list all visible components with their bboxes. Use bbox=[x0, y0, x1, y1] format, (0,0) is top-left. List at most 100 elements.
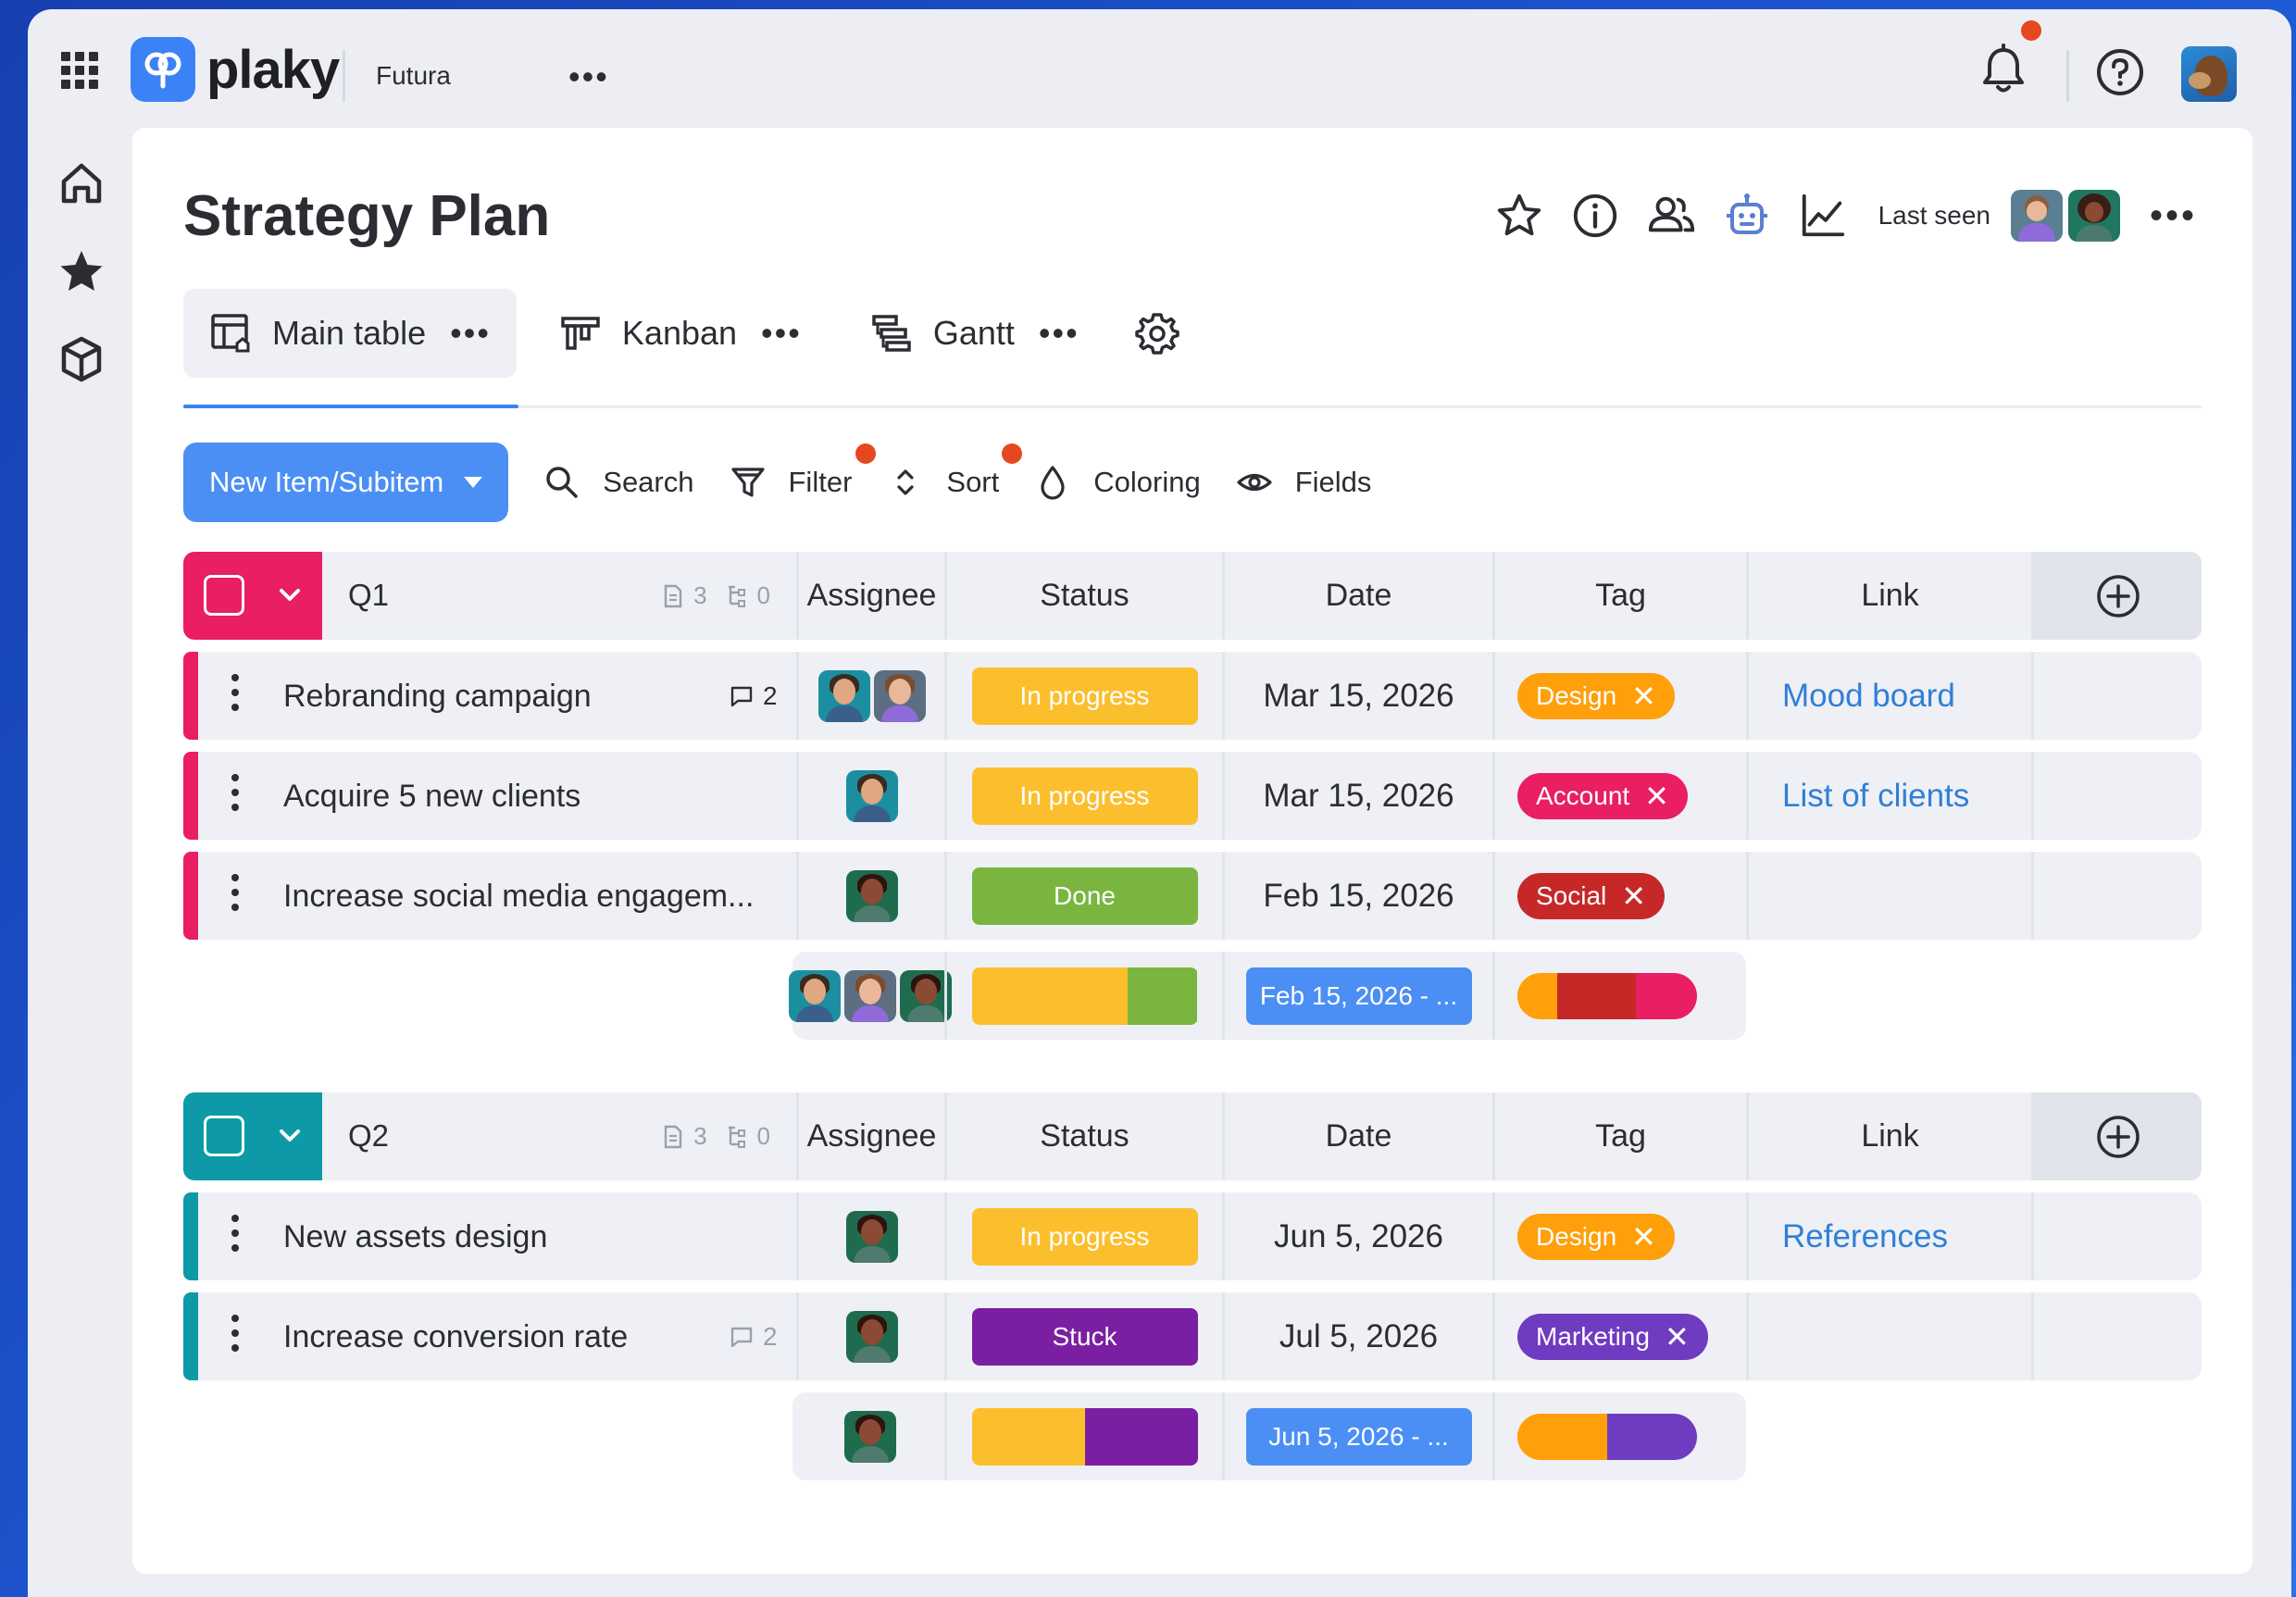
remove-tag-close-icon[interactable]: ✕ bbox=[1665, 1322, 1690, 1352]
avatar[interactable] bbox=[845, 869, 898, 922]
fields-button[interactable]: Fields bbox=[1236, 455, 1371, 510]
date-cell[interactable]: Feb 15, 2026 bbox=[1222, 852, 1492, 940]
link-cell[interactable] bbox=[1746, 852, 2031, 940]
summary-status[interactable] bbox=[944, 952, 1222, 1040]
avatar[interactable] bbox=[844, 969, 896, 1022]
group-select-checkbox[interactable] bbox=[204, 1116, 244, 1156]
tab-gantt[interactable]: Gantt ••• bbox=[844, 289, 1105, 378]
new-item-button[interactable]: New Item/Subitem bbox=[183, 443, 509, 522]
summary-date[interactable]: Jun 5, 2026 - ... bbox=[1222, 1392, 1492, 1480]
tag-cell[interactable]: Account ✕ bbox=[1492, 752, 1746, 840]
tab-main-table[interactable]: Main table ••• bbox=[183, 289, 517, 378]
column-header-link[interactable]: Link bbox=[1746, 1092, 2031, 1180]
status-cell[interactable]: Done bbox=[944, 852, 1222, 940]
tag-cell[interactable]: Marketing ✕ bbox=[1492, 1292, 1746, 1380]
status-badge[interactable]: In progress bbox=[971, 767, 1198, 825]
group-name[interactable]: Q2 bbox=[348, 1118, 389, 1154]
user-avatar[interactable] bbox=[2181, 46, 2237, 102]
assignee-cell[interactable] bbox=[796, 752, 944, 840]
column-header-status[interactable]: Status bbox=[944, 1092, 1222, 1180]
tab-kanban[interactable]: Kanban ••• bbox=[533, 289, 828, 378]
column-header-tag[interactable]: Tag bbox=[1492, 552, 1746, 640]
item-name[interactable]: Increase conversion rate bbox=[283, 1319, 628, 1355]
item-name[interactable]: Rebranding campaign bbox=[283, 679, 592, 715]
column-header-assignee[interactable]: Assignee bbox=[796, 1092, 944, 1180]
status-cell[interactable]: In progress bbox=[944, 652, 1222, 740]
tag-chip[interactable]: Social ✕ bbox=[1517, 872, 1666, 919]
last-seen-avatars[interactable] bbox=[2010, 190, 2120, 242]
column-header-assignee[interactable]: Assignee bbox=[796, 552, 944, 640]
group-select-checkbox[interactable] bbox=[204, 575, 244, 616]
views-settings-gear-icon[interactable] bbox=[1131, 307, 1183, 359]
remove-tag-close-icon[interactable]: ✕ bbox=[1621, 881, 1646, 911]
item-comments[interactable]: 2 bbox=[730, 681, 778, 711]
date-range-badge[interactable]: Jun 5, 2026 - ... bbox=[1245, 1407, 1472, 1466]
avatar[interactable] bbox=[2067, 190, 2120, 242]
add-column-button[interactable] bbox=[2031, 552, 2202, 640]
avatar[interactable] bbox=[873, 669, 926, 722]
chevron-down-icon[interactable] bbox=[464, 477, 483, 488]
date-cell[interactable]: Jul 5, 2026 bbox=[1222, 1292, 1492, 1380]
status-cell[interactable]: Stuck bbox=[944, 1292, 1222, 1380]
link-cell[interactable]: List of clients bbox=[1746, 752, 2031, 840]
column-header-status[interactable]: Status bbox=[944, 552, 1222, 640]
tag-chip[interactable]: Marketing ✕ bbox=[1517, 1313, 1708, 1360]
group-collapse-chevron-down-icon[interactable] bbox=[274, 580, 306, 611]
status-badge[interactable]: In progress bbox=[971, 1207, 1198, 1266]
table-row[interactable]: Increase conversion rate 2 Stuck Jul 5, 202… bbox=[183, 1292, 2202, 1380]
avatar[interactable] bbox=[789, 969, 841, 1022]
members-icon[interactable] bbox=[1643, 188, 1699, 243]
tab-more-icon[interactable]: ••• bbox=[761, 314, 802, 353]
status-badge[interactable]: Stuck bbox=[971, 1307, 1198, 1366]
apps-grid-icon[interactable] bbox=[61, 52, 98, 89]
column-header-link[interactable]: Link bbox=[1746, 552, 2031, 640]
row-menu-kebab-icon[interactable] bbox=[230, 1315, 241, 1359]
row-menu-kebab-icon[interactable] bbox=[230, 674, 241, 718]
item-name[interactable]: New assets design bbox=[283, 1219, 547, 1255]
table-row[interactable]: Increase social media engagem... Done Feb … bbox=[183, 852, 2202, 940]
tag-cell[interactable]: Social ✕ bbox=[1492, 852, 1746, 940]
tag-chip[interactable]: Design ✕ bbox=[1517, 1213, 1675, 1260]
notifications-bell-icon[interactable] bbox=[1978, 43, 2029, 98]
status-cell[interactable]: In progress bbox=[944, 1192, 1222, 1280]
automation-robot-icon[interactable] bbox=[1719, 188, 1775, 243]
brand-logo[interactable]: plaky bbox=[131, 37, 340, 102]
tag-chip[interactable]: Design ✕ bbox=[1517, 672, 1675, 719]
row-menu-kebab-icon[interactable] bbox=[230, 1215, 241, 1259]
avatar[interactable] bbox=[845, 1210, 898, 1263]
tag-cell[interactable]: Design ✕ bbox=[1492, 1192, 1746, 1280]
remove-tag-close-icon[interactable]: ✕ bbox=[1631, 1222, 1656, 1252]
activity-chart-icon[interactable] bbox=[1795, 188, 1851, 243]
tag-chip[interactable]: Account ✕ bbox=[1517, 772, 1688, 819]
link-text[interactable]: List of clients bbox=[1782, 778, 1969, 815]
workspace-cube-icon[interactable] bbox=[56, 333, 107, 385]
item-name[interactable]: Increase social media engagem... bbox=[283, 879, 754, 915]
item-name[interactable]: Acquire 5 new clients bbox=[283, 779, 580, 815]
avatar[interactable] bbox=[817, 669, 870, 722]
add-column-button[interactable] bbox=[2031, 1092, 2202, 1180]
favorites-star-icon[interactable] bbox=[56, 246, 107, 298]
date-cell[interactable]: Mar 15, 2026 bbox=[1222, 652, 1492, 740]
date-cell[interactable]: Jun 5, 2026 bbox=[1222, 1192, 1492, 1280]
tag-distribution-bar[interactable] bbox=[1517, 1413, 1697, 1460]
table-row[interactable]: New assets design In progress Jun 5, 2026 D… bbox=[183, 1192, 2202, 1280]
column-header-date[interactable]: Date bbox=[1222, 552, 1492, 640]
avatar[interactable] bbox=[844, 1410, 896, 1463]
remove-tag-close-icon[interactable]: ✕ bbox=[1631, 681, 1656, 711]
summary-assignees[interactable] bbox=[796, 1392, 944, 1480]
avatar[interactable] bbox=[845, 1310, 898, 1363]
coloring-button[interactable]: Coloring bbox=[1034, 455, 1201, 510]
home-icon[interactable] bbox=[56, 157, 107, 209]
assignee-cell[interactable] bbox=[796, 1192, 944, 1280]
status-distribution-bar[interactable] bbox=[971, 1407, 1198, 1466]
row-menu-kebab-icon[interactable] bbox=[230, 874, 241, 918]
tag-distribution-bar[interactable] bbox=[1517, 972, 1697, 1019]
board-more-icon[interactable]: ••• bbox=[2150, 195, 2197, 237]
group-collapse-chevron-down-icon[interactable] bbox=[274, 1120, 306, 1152]
tab-more-icon[interactable]: ••• bbox=[1039, 314, 1079, 353]
assignee-cell[interactable] bbox=[796, 652, 944, 740]
link-text[interactable]: References bbox=[1782, 1218, 1948, 1255]
status-badge[interactable]: In progress bbox=[971, 667, 1198, 725]
summary-assignees[interactable] bbox=[789, 952, 952, 1040]
tag-cell[interactable]: Design ✕ bbox=[1492, 652, 1746, 740]
